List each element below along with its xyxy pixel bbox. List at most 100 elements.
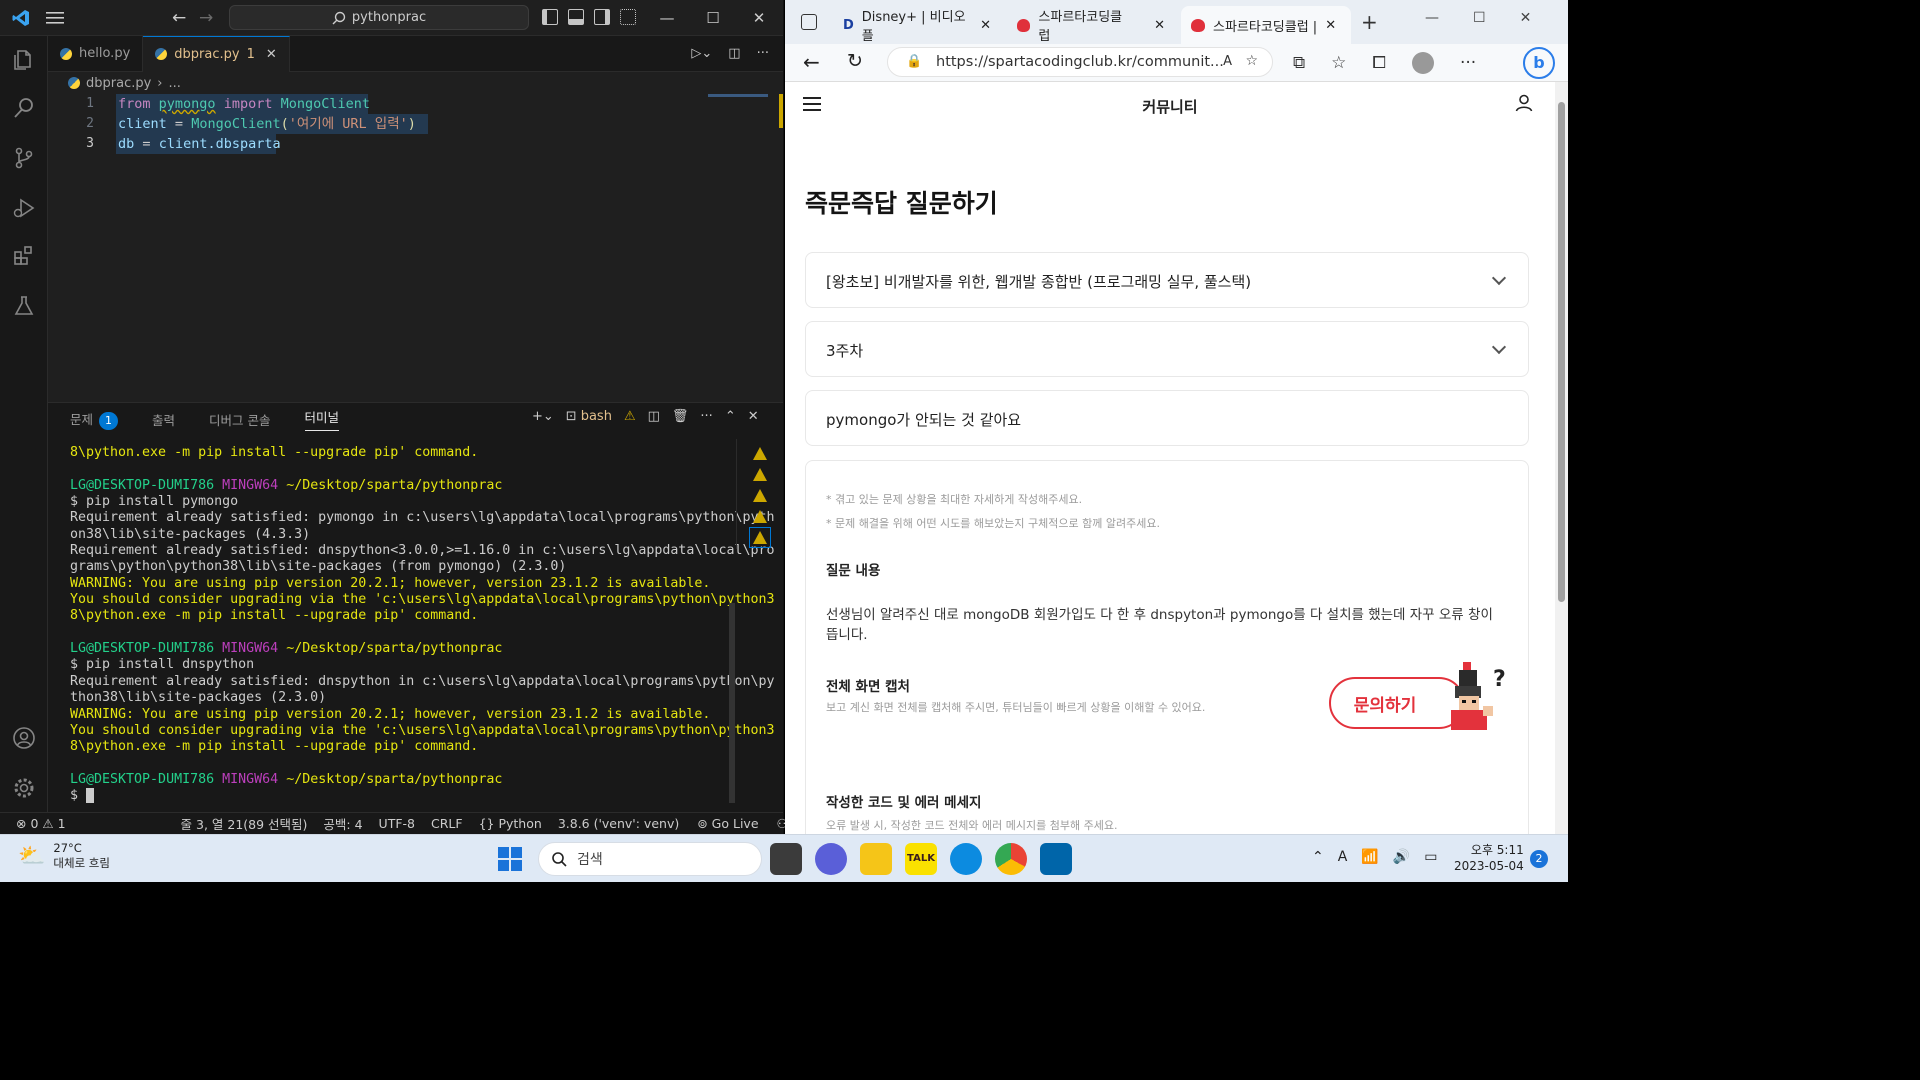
minimize-icon[interactable]: —: [1425, 10, 1439, 26]
browser-tab-sparta-2[interactable]: 스파르타코딩클럽 | ✕: [1181, 6, 1351, 44]
address-bar[interactable]: 🔒 https://spartacodingclub.kr/communit..…: [887, 47, 1273, 77]
close-panel-icon[interactable]: ✕: [748, 409, 759, 424]
problems-status[interactable]: ⊗ 0 ⚠ 1: [16, 816, 66, 831]
battery-icon[interactable]: ▭: [1424, 849, 1437, 865]
settings-more-icon[interactable]: ···: [1460, 53, 1476, 73]
user-icon[interactable]: [1515, 94, 1533, 116]
tab-actions-icon[interactable]: [801, 14, 817, 30]
warning-icon[interactable]: [748, 527, 771, 548]
menu-icon[interactable]: [46, 10, 64, 30]
course-select[interactable]: [왕초보] 비개발자를 위한, 웹개발 종합반 (프로그래밍 실무, 풀스택): [805, 252, 1529, 308]
warning-icon[interactable]: [752, 489, 767, 502]
edge-browser-icon[interactable]: [950, 843, 982, 875]
breadcrumb-symbol[interactable]: ...: [169, 76, 181, 91]
lock-icon[interactable]: 🔒: [906, 54, 922, 69]
taskbar-search[interactable]: 검색: [538, 842, 762, 876]
run-python-file-icon[interactable]: ▷⌄: [691, 46, 712, 61]
warning-icon[interactable]: [752, 510, 767, 523]
split-terminal-icon[interactable]: ◫: [648, 409, 660, 424]
back-arrow-icon[interactable]: ←: [803, 50, 820, 74]
code-editor[interactable]: 1 2 3 from pymongo import MongoClient cl…: [48, 94, 783, 402]
new-terminal-icon[interactable]: +⌄: [532, 409, 554, 424]
back-arrow-icon[interactable]: ←: [172, 8, 186, 28]
bing-copilot-icon[interactable]: b: [1523, 47, 1555, 79]
collections-icon[interactable]: ⧠: [1372, 53, 1386, 73]
encoding[interactable]: UTF-8: [379, 816, 415, 831]
end-of-line[interactable]: CRLF: [431, 816, 463, 831]
language-mode[interactable]: {} Python: [479, 816, 542, 831]
warning-icon[interactable]: [752, 468, 767, 481]
toggle-panel-icon[interactable]: [568, 9, 584, 25]
cursor-position[interactable]: 줄 3, 열 21(89 선택됨): [181, 814, 308, 833]
close-tab-icon[interactable]: ✕: [980, 18, 991, 33]
breadcrumb-file[interactable]: dbprac.py: [86, 76, 151, 91]
command-center-search[interactable]: pythonprac: [229, 5, 529, 30]
refresh-icon[interactable]: ↻: [847, 50, 863, 72]
favorite-star-icon[interactable]: ☆: [1245, 53, 1258, 69]
speaker-icon[interactable]: 🔊: [1393, 849, 1410, 865]
run-debug-icon[interactable]: [12, 196, 36, 220]
close-icon[interactable]: ✕: [736, 9, 782, 27]
favorites-icon[interactable]: ☆: [1331, 53, 1346, 73]
testing-flask-icon[interactable]: [12, 294, 36, 318]
tab-debug-console[interactable]: 디버그 콘솔: [209, 410, 270, 429]
maximize-icon[interactable]: ☐: [1473, 10, 1486, 26]
page-scrollbar[interactable]: [1555, 82, 1568, 834]
terminal-bash-label[interactable]: bash: [581, 409, 612, 424]
browser-tab-disney[interactable]: D Disney+ | 비디오 플 ✕: [833, 6, 1001, 44]
teams-chat-icon[interactable]: [815, 843, 847, 875]
terminal-output[interactable]: 8\python.exe -m pip install --upgrade pi…: [70, 445, 774, 815]
question-content-textarea[interactable]: 선생님이 알려주신 대로 mongoDB 회원가입도 다 한 후 dnspyto…: [826, 605, 1506, 645]
minimize-icon[interactable]: —: [644, 9, 690, 27]
tab-problems[interactable]: 문제 1: [70, 409, 119, 430]
close-icon[interactable]: ✕: [1520, 10, 1532, 26]
more-actions-icon[interactable]: ···: [700, 409, 712, 424]
tab-output[interactable]: 출력: [152, 410, 175, 429]
warning-icon[interactable]: [752, 447, 767, 460]
explorer-icon[interactable]: [12, 48, 36, 72]
notification-badge[interactable]: 2: [1530, 850, 1548, 868]
toggle-secondary-sidebar-icon[interactable]: [594, 9, 610, 25]
wifi-icon[interactable]: 📶: [1361, 849, 1378, 865]
ime-icon[interactable]: A: [1338, 849, 1348, 865]
tab-hello-py[interactable]: hello.py: [48, 35, 144, 72]
customize-layout-icon[interactable]: [620, 9, 636, 25]
forward-arrow-icon[interactable]: →: [199, 8, 213, 28]
vscode-taskbar-icon[interactable]: [1040, 843, 1072, 875]
close-tab-icon[interactable]: ✕: [1325, 18, 1336, 33]
maximize-icon[interactable]: ☐: [690, 9, 736, 27]
accounts-icon[interactable]: [12, 726, 36, 750]
chrome-icon[interactable]: [995, 843, 1027, 875]
source-control-icon[interactable]: [12, 146, 36, 170]
more-actions-icon[interactable]: ···: [757, 46, 769, 61]
tab-dbprac-py[interactable]: dbprac.py 1 ✕: [143, 35, 290, 72]
profile-avatar[interactable]: [1412, 52, 1434, 74]
browser-tab-sparta-1[interactable]: 스파르타코딩클럽 ✕: [1007, 6, 1175, 44]
kakaotalk-icon[interactable]: TALK: [905, 843, 937, 875]
maximize-panel-chevron-up-icon[interactable]: ⌃: [725, 409, 736, 424]
kill-terminal-trash-icon[interactable]: 🗑: [672, 409, 689, 424]
terminal-scrollbar[interactable]: [729, 603, 735, 803]
indentation[interactable]: 공백: 4: [323, 814, 362, 833]
question-title-input[interactable]: pymongo가 안되는 것 같아요: [805, 390, 1529, 446]
extensions-icon[interactable]: [12, 244, 36, 268]
clock[interactable]: 오후 5:11 2023-05-04: [1454, 842, 1524, 874]
extensions-puzzle-icon[interactable]: ⧉: [1293, 53, 1305, 73]
python-interpreter[interactable]: 3.8.6 ('venv': venv): [558, 816, 679, 831]
weather-widget[interactable]: ⛅ 27°C 대체로 흐림: [18, 841, 110, 871]
task-view-icon[interactable]: [770, 843, 802, 875]
settings-gear-icon[interactable]: [12, 776, 36, 800]
windows-start-icon[interactable]: [498, 847, 522, 871]
file-explorer-icon[interactable]: [860, 843, 892, 875]
tab-terminal[interactable]: 터미널: [304, 407, 340, 431]
search-icon[interactable]: [12, 96, 36, 120]
split-editor-icon[interactable]: ◫: [728, 46, 740, 61]
toggle-sidebar-icon[interactable]: [542, 9, 558, 25]
go-live-button[interactable]: ⊚ Go Live: [697, 816, 758, 831]
chevron-up-icon[interactable]: ⌃: [1312, 849, 1324, 865]
close-tab-icon[interactable]: ✕: [1154, 18, 1165, 33]
close-tab-icon[interactable]: ✕: [266, 47, 277, 62]
new-tab-plus-icon[interactable]: +: [1361, 10, 1378, 34]
minimap[interactable]: [708, 94, 768, 97]
read-aloud-icon[interactable]: A: [1223, 54, 1232, 69]
